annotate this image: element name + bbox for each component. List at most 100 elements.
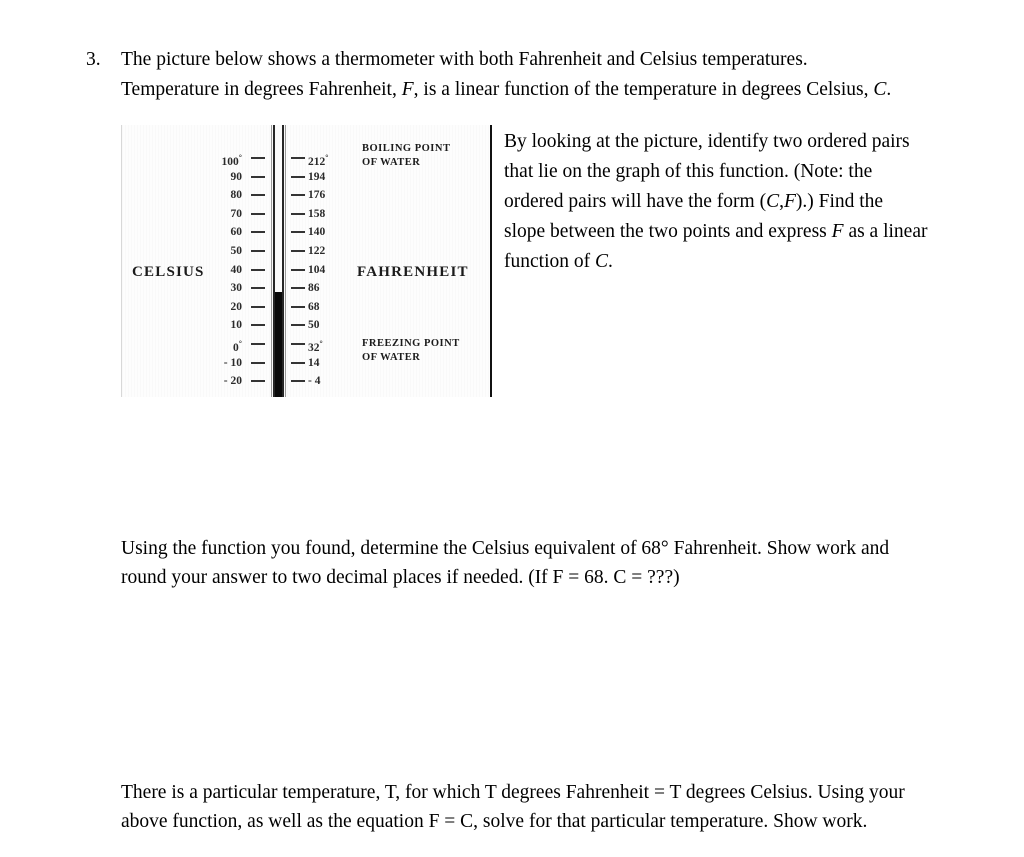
- fahrenheit-tick-mark: [291, 324, 305, 327]
- side-line5-b: .: [608, 251, 613, 272]
- question-c-line-1: There is a particular temperature, T, fo…: [121, 782, 905, 803]
- scale-row: 80 176: [122, 187, 492, 203]
- fahrenheit-tick-label: 176: [308, 189, 326, 202]
- fahrenheit-tick-mark: [291, 380, 305, 383]
- celsius-tick-mark: [251, 175, 265, 178]
- side-text-line-3: ordered pairs will have the form (C,F).)…: [504, 187, 972, 217]
- variable-C: C: [873, 79, 887, 100]
- fahrenheit-tick-mark: [291, 343, 305, 345]
- problem-intro: The picture below shows a thermometer wi…: [121, 45, 972, 105]
- scale-row: 30 86: [122, 280, 492, 296]
- question-c-line-2: above function, as well as the equation …: [121, 811, 868, 832]
- thermometer-figure: CELSIUS FAHRENHEIT BOILING POINT OF WATE…: [121, 125, 492, 397]
- celsius-tick-mark: [251, 361, 265, 364]
- scale-row: 0° 32°: [122, 336, 492, 354]
- fahrenheit-tick-mark: [291, 287, 305, 290]
- intro-text-a: Temperature in degrees Fahrenheit,: [121, 79, 402, 100]
- celsius-tick-label: 20: [230, 300, 243, 313]
- fahrenheit-tick-label: 140: [308, 226, 326, 239]
- scale-row: 60 140: [122, 224, 492, 240]
- scale-row: 50 122: [122, 243, 492, 259]
- celsius-tick-mark: [251, 287, 265, 290]
- celsius-tick-mark: [251, 343, 265, 345]
- side-text-line-1: By looking at the picture, identify two …: [504, 131, 910, 152]
- scale-row: 100° 212°: [122, 150, 492, 168]
- problem-intro-line-2: Temperature in degrees Fahrenheit, F, is…: [121, 75, 972, 105]
- celsius-tick-mark: [251, 305, 265, 308]
- celsius-tick-label: 100°: [221, 153, 242, 168]
- scale-row: - 10 14: [122, 355, 492, 371]
- fahrenheit-tick-label: 32°: [308, 339, 323, 354]
- celsius-tick-label: 60: [230, 226, 243, 239]
- celsius-tick-mark: [251, 380, 265, 383]
- side-variable-C-2: C: [594, 251, 608, 272]
- figure-row: CELSIUS FAHRENHEIT BOILING POINT OF WATE…: [121, 125, 972, 397]
- celsius-tick-label: 50: [230, 245, 243, 257]
- problem-intro-line-1: The picture below shows a thermometer wi…: [121, 49, 808, 70]
- scale-row: 70 158: [122, 206, 492, 222]
- fahrenheit-tick-mark: [291, 361, 305, 364]
- question-b-line-1: Using the function you found, determine …: [121, 538, 890, 559]
- scale-row: 20 68: [122, 299, 492, 315]
- fahrenheit-tick-label: 50: [308, 319, 320, 332]
- problem-number: 3.: [86, 49, 101, 70]
- celsius-tick-label: 0°: [233, 339, 242, 354]
- variable-F: F: [401, 79, 414, 100]
- question-b-line-2: round your answer to two decimal places …: [121, 567, 680, 588]
- intro-text-b: , is a linear function of the temperatur…: [413, 79, 874, 100]
- celsius-tick-label: 40: [230, 263, 243, 276]
- fahrenheit-tick-mark: [291, 157, 305, 159]
- celsius-tick-label: 30: [230, 282, 243, 295]
- scale-row: 90 194: [122, 169, 492, 185]
- side-variable-C: C: [766, 191, 780, 212]
- question-c: There is a particular temperature, T, fo…: [121, 778, 972, 836]
- celsius-tick-mark: [251, 250, 265, 252]
- problem-statement: 3. The picture below shows a thermometer…: [86, 45, 972, 105]
- fahrenheit-tick-label: 122: [308, 245, 326, 257]
- fahrenheit-tick-label: 104: [308, 263, 326, 276]
- figure-divider-rule: [490, 125, 492, 397]
- fahrenheit-tick-label: 194: [308, 170, 326, 183]
- fahrenheit-tick-mark: [291, 268, 305, 271]
- fahrenheit-tick-label: 158: [308, 207, 326, 220]
- fahrenheit-tick-mark: [291, 194, 305, 197]
- fahrenheit-tick-mark: [291, 305, 305, 308]
- intro-text-c: .: [886, 79, 892, 100]
- side-line5-a: function of: [504, 251, 595, 272]
- side-line4-b: as a linear: [843, 221, 928, 242]
- scale-row: 10 50: [122, 317, 492, 333]
- side-line3-b: ).) Find the: [795, 191, 884, 212]
- scale-row: 40 104: [122, 262, 492, 278]
- side-variable-F: F: [783, 191, 796, 212]
- fahrenheit-tick-mark: [291, 212, 305, 215]
- side-text-line-4: slope between the two points and express…: [504, 217, 972, 247]
- celsius-tick-mark: [251, 212, 265, 215]
- celsius-tick-label: 90: [230, 170, 243, 183]
- celsius-tick-label: - 10: [223, 356, 242, 369]
- side-line4-a: slope between the two points and express: [504, 221, 832, 242]
- celsius-tick-mark: [251, 231, 265, 234]
- question-b: Using the function you found, determine …: [121, 534, 972, 592]
- celsius-tick-label: - 20: [223, 375, 242, 388]
- fahrenheit-tick-label: - 4: [308, 375, 321, 388]
- fahrenheit-tick-label: 68: [308, 300, 320, 313]
- scale-row: - 20 - 4: [122, 373, 492, 389]
- celsius-tick-mark: [251, 324, 265, 327]
- side-line3-a: ordered pairs will have the form (: [504, 191, 767, 212]
- fahrenheit-tick-mark: [291, 250, 305, 252]
- fahrenheit-tick-label: 14: [308, 356, 320, 369]
- celsius-tick-label: 10: [230, 319, 243, 332]
- fahrenheit-tick-label: 86: [308, 282, 320, 295]
- celsius-tick-mark: [251, 194, 265, 197]
- celsius-tick-label: 70: [230, 207, 243, 220]
- side-text-line-2: that lie on the graph of this function. …: [504, 161, 873, 182]
- celsius-tick-mark: [251, 268, 265, 271]
- side-variable-F-2: F: [831, 221, 844, 242]
- celsius-tick-label: 80: [230, 189, 243, 202]
- celsius-tick-mark: [251, 157, 265, 159]
- fahrenheit-tick-mark: [291, 175, 305, 178]
- side-question-text: By looking at the picture, identify two …: [504, 127, 972, 277]
- side-text-line-5: function of C.: [504, 247, 972, 277]
- fahrenheit-tick-label: 212°: [308, 153, 329, 168]
- fahrenheit-tick-mark: [291, 231, 305, 234]
